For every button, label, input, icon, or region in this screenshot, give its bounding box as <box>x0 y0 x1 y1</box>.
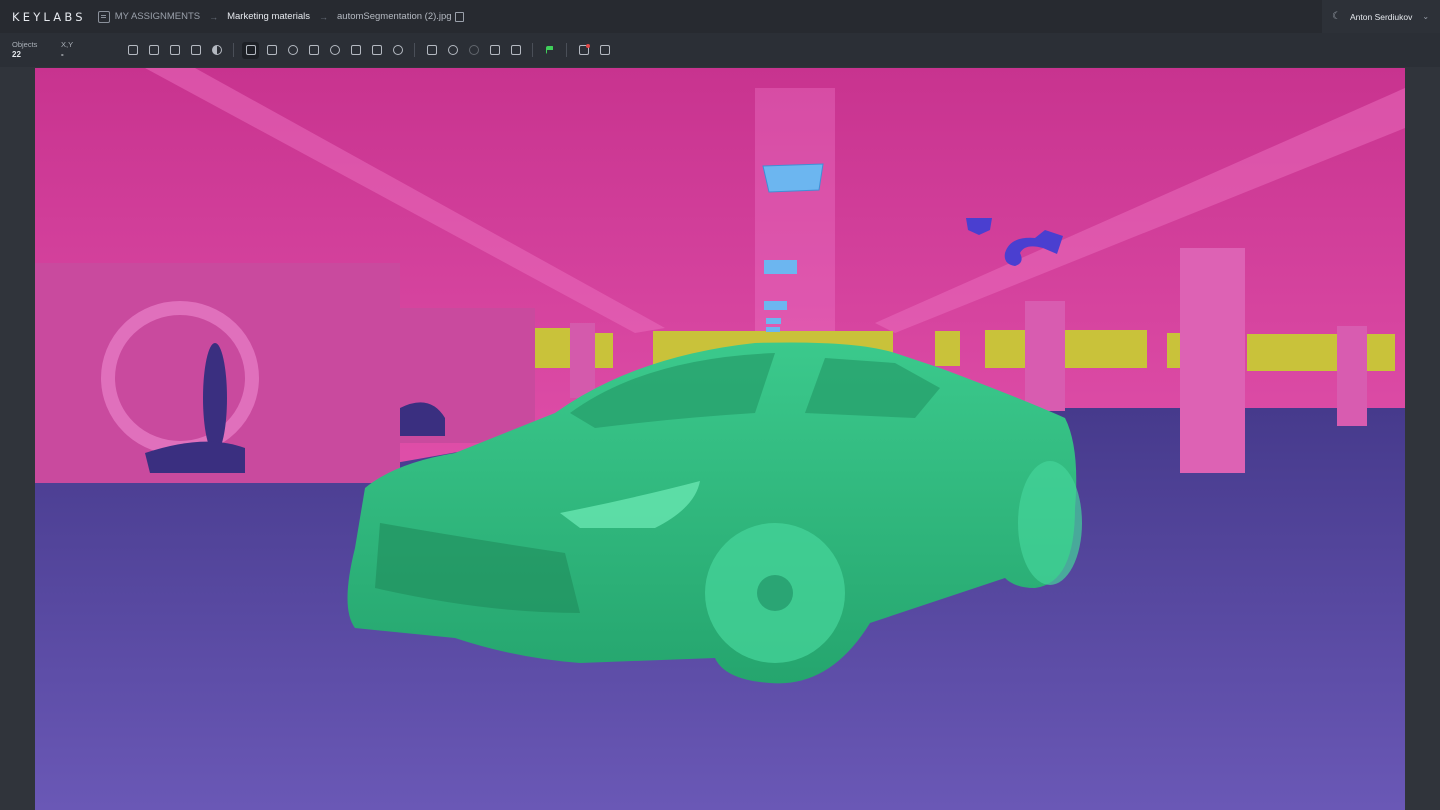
cursor-coordinates: X,Y - <box>61 40 73 60</box>
user-name: Anton Serdiukov <box>1350 11 1413 22</box>
toolbar-divider <box>414 43 415 57</box>
redo-icon[interactable] <box>465 42 482 59</box>
objects-count: Objects 22 <box>12 40 37 60</box>
pillar-segment <box>1180 248 1245 473</box>
tool-group <box>124 33 617 67</box>
light-segment <box>764 301 787 310</box>
window-segment <box>535 328 570 368</box>
pillar-segment <box>1025 301 1065 411</box>
segment-icon[interactable] <box>305 42 322 59</box>
window-segment <box>595 333 613 368</box>
toolbar-divider <box>566 43 567 57</box>
list-icon[interactable] <box>166 42 183 59</box>
assignments-icon <box>97 10 110 23</box>
xy-label: X,Y <box>61 40 74 49</box>
window-segment <box>1247 334 1337 371</box>
brush-icon[interactable] <box>326 42 343 59</box>
undo-icon[interactable] <box>444 42 461 59</box>
breadcrumb-project[interactable]: Marketing materials <box>227 11 310 22</box>
canvas-area[interactable] <box>0 67 1440 810</box>
arrow-right-icon: → <box>209 11 219 22</box>
export-icon[interactable] <box>596 42 613 59</box>
chevron-down-icon[interactable]: ⌄ <box>1422 12 1429 21</box>
segmentation-overlay <box>35 68 1405 810</box>
car-front-wheel-hub <box>757 575 793 611</box>
breadcrumb: MY ASSIGNMENTS → Marketing materials → a… <box>97 10 464 23</box>
segmentation-image[interactable] <box>35 68 1405 810</box>
contrast-icon[interactable] <box>208 42 225 59</box>
copy-object-icon[interactable] <box>124 42 141 59</box>
light-segment <box>766 327 780 332</box>
window-segment <box>935 331 960 366</box>
polygon-icon[interactable] <box>284 42 301 59</box>
annotation-toolbar: Objects 22 X,Y - <box>0 33 1440 67</box>
ruler-icon[interactable] <box>507 42 524 59</box>
top-bar: KEYLABS MY ASSIGNMENTS → Marketing mater… <box>0 0 1440 33</box>
window-segment <box>985 330 1025 368</box>
window-segment <box>1367 334 1395 371</box>
keypoints-icon[interactable] <box>263 42 280 59</box>
objects-label: Objects <box>12 40 38 49</box>
breadcrumb-file: automSegmentation (2).jpg <box>337 11 452 22</box>
select-icon[interactable] <box>423 42 440 59</box>
user-menu[interactable]: ☾ Anton Serdiukov ⌄ <box>1322 0 1440 33</box>
pillar-segment <box>1337 326 1367 426</box>
objects-value: 22 <box>12 50 21 59</box>
light-segment <box>762 163 824 193</box>
car-rear-wheel <box>1018 461 1082 585</box>
xy-value: - <box>61 50 64 59</box>
wall-opening <box>203 343 227 453</box>
arrow-right-icon: → <box>319 11 328 22</box>
copy-icon[interactable] <box>454 11 464 22</box>
box-icon[interactable] <box>368 42 385 59</box>
history-icon[interactable] <box>389 42 406 59</box>
notification-icon[interactable] <box>575 42 592 59</box>
app-logo[interactable]: KEYLABS <box>12 10 86 24</box>
window-segment <box>1065 330 1147 368</box>
pillar-segment <box>570 323 595 398</box>
light-segment <box>766 318 781 324</box>
comment-icon[interactable] <box>145 42 162 59</box>
breadcrumb-assignments[interactable]: MY ASSIGNMENTS <box>115 11 200 22</box>
layers-icon[interactable] <box>242 41 259 59</box>
lock-icon[interactable] <box>187 42 204 59</box>
toolbar-divider <box>233 43 234 57</box>
cuboid-icon[interactable] <box>347 42 364 59</box>
flag-icon[interactable] <box>541 42 558 59</box>
window-segment <box>1167 333 1182 368</box>
theme-toggle-icon[interactable]: ☾ <box>1332 11 1342 22</box>
tag-icon[interactable] <box>486 42 503 59</box>
light-segment <box>764 260 797 274</box>
toolbar-divider <box>532 43 533 57</box>
